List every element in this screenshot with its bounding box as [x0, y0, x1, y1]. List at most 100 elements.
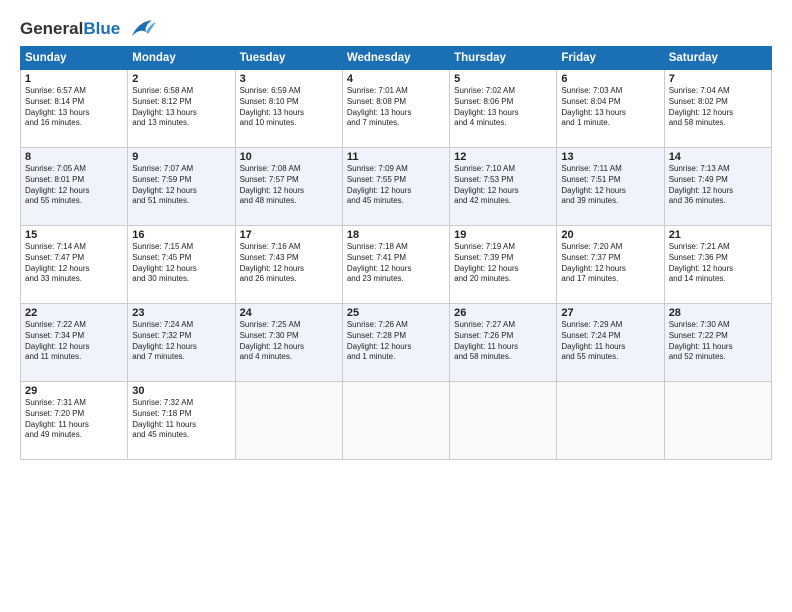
calendar-cell: 22Sunrise: 7:22 AM Sunset: 7:34 PM Dayli…: [21, 304, 128, 382]
calendar-cell: 28Sunrise: 7:30 AM Sunset: 7:22 PM Dayli…: [664, 304, 771, 382]
calendar-cell: 20Sunrise: 7:20 AM Sunset: 7:37 PM Dayli…: [557, 226, 664, 304]
calendar-cell: [557, 382, 664, 460]
calendar-week-1: 1Sunrise: 6:57 AM Sunset: 8:14 PM Daylig…: [21, 70, 772, 148]
day-number: 7: [669, 73, 767, 85]
day-info: Sunrise: 7:20 AM Sunset: 7:37 PM Dayligh…: [561, 242, 659, 285]
calendar-cell: [664, 382, 771, 460]
day-info: Sunrise: 7:27 AM Sunset: 7:26 PM Dayligh…: [454, 320, 552, 363]
day-number: 21: [669, 229, 767, 241]
day-info: Sunrise: 7:08 AM Sunset: 7:57 PM Dayligh…: [240, 164, 338, 207]
page-header: GeneralBlue: [20, 18, 772, 40]
day-number: 23: [132, 307, 230, 319]
day-info: Sunrise: 7:10 AM Sunset: 7:53 PM Dayligh…: [454, 164, 552, 207]
weekday-header-row: SundayMondayTuesdayWednesdayThursdayFrid…: [21, 47, 772, 70]
day-number: 9: [132, 151, 230, 163]
day-number: 12: [454, 151, 552, 163]
day-info: Sunrise: 6:57 AM Sunset: 8:14 PM Dayligh…: [25, 86, 123, 129]
day-info: Sunrise: 7:03 AM Sunset: 8:04 PM Dayligh…: [561, 86, 659, 129]
calendar-cell: [235, 382, 342, 460]
day-number: 17: [240, 229, 338, 241]
calendar-table: SundayMondayTuesdayWednesdayThursdayFrid…: [20, 46, 772, 460]
day-info: Sunrise: 6:59 AM Sunset: 8:10 PM Dayligh…: [240, 86, 338, 129]
day-info: Sunrise: 7:07 AM Sunset: 7:59 PM Dayligh…: [132, 164, 230, 207]
day-number: 16: [132, 229, 230, 241]
day-info: Sunrise: 7:25 AM Sunset: 7:30 PM Dayligh…: [240, 320, 338, 363]
calendar-cell: 15Sunrise: 7:14 AM Sunset: 7:47 PM Dayli…: [21, 226, 128, 304]
weekday-header-monday: Monday: [128, 47, 235, 70]
calendar-cell: 4Sunrise: 7:01 AM Sunset: 8:08 PM Daylig…: [342, 70, 449, 148]
calendar-week-4: 22Sunrise: 7:22 AM Sunset: 7:34 PM Dayli…: [21, 304, 772, 382]
calendar-cell: 29Sunrise: 7:31 AM Sunset: 7:20 PM Dayli…: [21, 382, 128, 460]
day-info: Sunrise: 7:26 AM Sunset: 7:28 PM Dayligh…: [347, 320, 445, 363]
day-number: 24: [240, 307, 338, 319]
weekday-header-friday: Friday: [557, 47, 664, 70]
day-info: Sunrise: 7:16 AM Sunset: 7:43 PM Dayligh…: [240, 242, 338, 285]
calendar-cell: 16Sunrise: 7:15 AM Sunset: 7:45 PM Dayli…: [128, 226, 235, 304]
calendar-cell: 19Sunrise: 7:19 AM Sunset: 7:39 PM Dayli…: [450, 226, 557, 304]
day-number: 20: [561, 229, 659, 241]
calendar-cell: 27Sunrise: 7:29 AM Sunset: 7:24 PM Dayli…: [557, 304, 664, 382]
calendar-cell: 18Sunrise: 7:18 AM Sunset: 7:41 PM Dayli…: [342, 226, 449, 304]
calendar-cell: 10Sunrise: 7:08 AM Sunset: 7:57 PM Dayli…: [235, 148, 342, 226]
weekday-header-thursday: Thursday: [450, 47, 557, 70]
calendar-cell: 24Sunrise: 7:25 AM Sunset: 7:30 PM Dayli…: [235, 304, 342, 382]
day-number: 3: [240, 73, 338, 85]
calendar-cell: 13Sunrise: 7:11 AM Sunset: 7:51 PM Dayli…: [557, 148, 664, 226]
day-number: 14: [669, 151, 767, 163]
day-info: Sunrise: 6:58 AM Sunset: 8:12 PM Dayligh…: [132, 86, 230, 129]
day-info: Sunrise: 7:18 AM Sunset: 7:41 PM Dayligh…: [347, 242, 445, 285]
day-info: Sunrise: 7:22 AM Sunset: 7:34 PM Dayligh…: [25, 320, 123, 363]
day-number: 25: [347, 307, 445, 319]
day-number: 27: [561, 307, 659, 319]
calendar-cell: 30Sunrise: 7:32 AM Sunset: 7:18 PM Dayli…: [128, 382, 235, 460]
day-number: 5: [454, 73, 552, 85]
day-info: Sunrise: 7:14 AM Sunset: 7:47 PM Dayligh…: [25, 242, 123, 285]
calendar-cell: 25Sunrise: 7:26 AM Sunset: 7:28 PM Dayli…: [342, 304, 449, 382]
calendar-week-3: 15Sunrise: 7:14 AM Sunset: 7:47 PM Dayli…: [21, 226, 772, 304]
day-number: 2: [132, 73, 230, 85]
weekday-header-saturday: Saturday: [664, 47, 771, 70]
day-number: 8: [25, 151, 123, 163]
calendar-week-2: 8Sunrise: 7:05 AM Sunset: 8:01 PM Daylig…: [21, 148, 772, 226]
logo-bird-icon: [124, 18, 156, 40]
logo: GeneralBlue: [20, 18, 156, 40]
weekday-header-sunday: Sunday: [21, 47, 128, 70]
day-number: 1: [25, 73, 123, 85]
day-info: Sunrise: 7:01 AM Sunset: 8:08 PM Dayligh…: [347, 86, 445, 129]
day-number: 10: [240, 151, 338, 163]
day-info: Sunrise: 7:29 AM Sunset: 7:24 PM Dayligh…: [561, 320, 659, 363]
calendar-cell: [342, 382, 449, 460]
day-info: Sunrise: 7:05 AM Sunset: 8:01 PM Dayligh…: [25, 164, 123, 207]
calendar-cell: 8Sunrise: 7:05 AM Sunset: 8:01 PM Daylig…: [21, 148, 128, 226]
calendar-cell: 14Sunrise: 7:13 AM Sunset: 7:49 PM Dayli…: [664, 148, 771, 226]
day-number: 29: [25, 385, 123, 397]
calendar-cell: 11Sunrise: 7:09 AM Sunset: 7:55 PM Dayli…: [342, 148, 449, 226]
calendar-week-5: 29Sunrise: 7:31 AM Sunset: 7:20 PM Dayli…: [21, 382, 772, 460]
day-number: 18: [347, 229, 445, 241]
calendar-cell: [450, 382, 557, 460]
day-info: Sunrise: 7:31 AM Sunset: 7:20 PM Dayligh…: [25, 398, 123, 441]
day-info: Sunrise: 7:02 AM Sunset: 8:06 PM Dayligh…: [454, 86, 552, 129]
day-number: 22: [25, 307, 123, 319]
day-info: Sunrise: 7:32 AM Sunset: 7:18 PM Dayligh…: [132, 398, 230, 441]
day-info: Sunrise: 7:15 AM Sunset: 7:45 PM Dayligh…: [132, 242, 230, 285]
day-info: Sunrise: 7:19 AM Sunset: 7:39 PM Dayligh…: [454, 242, 552, 285]
day-number: 28: [669, 307, 767, 319]
calendar-cell: 6Sunrise: 7:03 AM Sunset: 8:04 PM Daylig…: [557, 70, 664, 148]
day-number: 13: [561, 151, 659, 163]
calendar-cell: 26Sunrise: 7:27 AM Sunset: 7:26 PM Dayli…: [450, 304, 557, 382]
weekday-header-wednesday: Wednesday: [342, 47, 449, 70]
day-info: Sunrise: 7:24 AM Sunset: 7:32 PM Dayligh…: [132, 320, 230, 363]
calendar-cell: 23Sunrise: 7:24 AM Sunset: 7:32 PM Dayli…: [128, 304, 235, 382]
calendar-cell: 17Sunrise: 7:16 AM Sunset: 7:43 PM Dayli…: [235, 226, 342, 304]
day-info: Sunrise: 7:21 AM Sunset: 7:36 PM Dayligh…: [669, 242, 767, 285]
calendar-cell: 3Sunrise: 6:59 AM Sunset: 8:10 PM Daylig…: [235, 70, 342, 148]
day-number: 26: [454, 307, 552, 319]
day-number: 4: [347, 73, 445, 85]
day-number: 15: [25, 229, 123, 241]
weekday-header-tuesday: Tuesday: [235, 47, 342, 70]
day-number: 6: [561, 73, 659, 85]
calendar-cell: 2Sunrise: 6:58 AM Sunset: 8:12 PM Daylig…: [128, 70, 235, 148]
calendar-cell: 1Sunrise: 6:57 AM Sunset: 8:14 PM Daylig…: [21, 70, 128, 148]
calendar-cell: 9Sunrise: 7:07 AM Sunset: 7:59 PM Daylig…: [128, 148, 235, 226]
